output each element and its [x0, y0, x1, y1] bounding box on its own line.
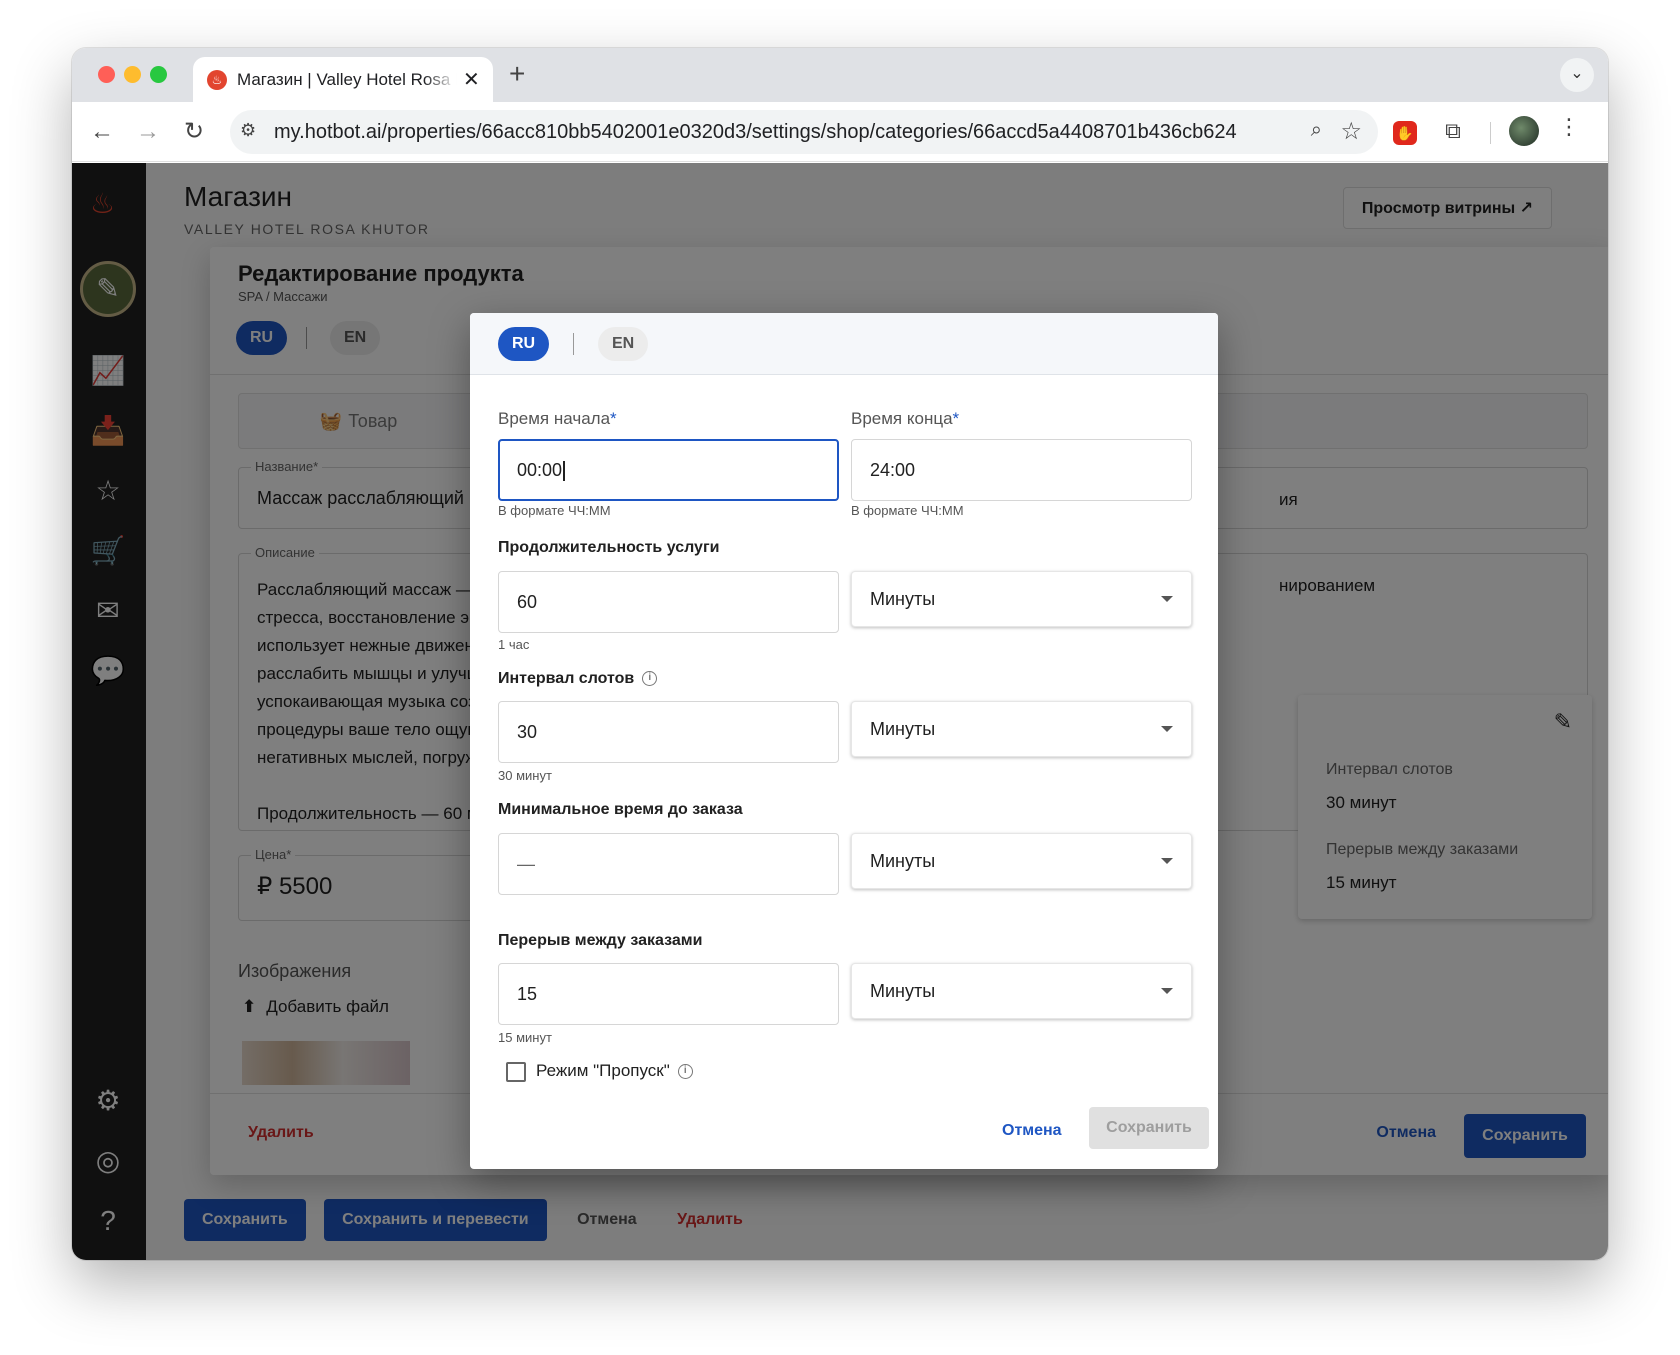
dropdown-arrow-icon — [1161, 988, 1173, 994]
dropdown-arrow-icon — [1161, 858, 1173, 864]
duration-label: Продолжительность услуги — [498, 539, 720, 556]
tab-title: Магазин | Valley Hotel Rosa Khutor — [237, 70, 457, 89]
min-time-unit-select[interactable]: Минуты — [851, 833, 1192, 889]
back-button[interactable]: ← — [84, 114, 120, 150]
modal-header: RU EN — [470, 313, 1218, 375]
minimize-window-button[interactable] — [124, 66, 141, 83]
extensions-puzzle-icon[interactable]: ⧉ — [1438, 116, 1468, 146]
start-time-input[interactable]: 00:00 — [498, 439, 839, 501]
url-text: my.hotbot.ai/properties/66acc810bb540200… — [274, 121, 1237, 143]
arrow-left-icon: ← — [90, 118, 114, 145]
end-time-label: Время конца* — [851, 409, 960, 428]
close-icon[interactable]: ✕ — [463, 67, 480, 92]
dropdown-arrow-icon — [1161, 596, 1173, 602]
min-time-label: Минимальное время до заказа — [498, 801, 743, 818]
duration-unit-select[interactable]: Минуты — [851, 571, 1192, 627]
browser-tab[interactable]: ♨ Магазин | Valley Hotel Rosa Khutor ✕ — [193, 57, 493, 102]
lang-divider — [573, 333, 574, 355]
more-menu-icon[interactable]: ⋮ — [1558, 114, 1580, 140]
end-time-input[interactable]: 24:00 — [851, 439, 1192, 501]
info-icon[interactable]: i — [642, 671, 658, 687]
break-unit-select[interactable]: Минуты — [851, 963, 1192, 1019]
site-settings-icon[interactable]: ⚙ — [240, 120, 256, 141]
start-time-helper: В формате ЧЧ:ММ — [498, 503, 611, 518]
browser-window: ♨ Магазин | Valley Hotel Rosa Khutor ✕ +… — [72, 48, 1608, 1260]
tab-search-button[interactable]: ⌄ — [1560, 58, 1594, 92]
page-viewport: ♨ ✎ 📈 📥 ☆ 🛒 ✉ 💬 ⚙ ◎ ? Магазин VALLEY HOT… — [72, 163, 1608, 1260]
modal-cancel-button[interactable]: Отмена — [1002, 1122, 1062, 1140]
break-helper: 15 минут — [498, 1030, 552, 1045]
bookmark-star-icon[interactable]: ☆ — [1340, 117, 1362, 146]
text-cursor — [563, 461, 565, 482]
slot-interval-label: Интервал слотов i — [498, 670, 658, 688]
fire-icon: ♨ — [207, 70, 227, 90]
address-bar[interactable]: ⚙ my.hotbot.ai/properties/66acc810bb5402… — [230, 110, 1378, 154]
close-window-button[interactable] — [98, 66, 115, 83]
duration-helper: 1 час — [498, 637, 530, 652]
slot-interval-helper: 30 минут — [498, 768, 552, 783]
reload-icon: ↻ — [183, 118, 205, 145]
modal-lang-en-tab[interactable]: EN — [598, 327, 649, 361]
slot-interval-unit-select[interactable]: Минуты — [851, 701, 1192, 757]
slot-interval-input[interactable]: 30 — [498, 701, 839, 763]
arrow-right-icon: → — [136, 118, 160, 145]
duration-input[interactable]: 60 — [498, 571, 839, 633]
profile-avatar[interactable] — [1509, 116, 1539, 146]
break-input[interactable]: 15 — [498, 963, 839, 1025]
toolbar-divider — [1490, 122, 1491, 144]
start-time-label: Время начала* — [498, 409, 617, 428]
end-time-helper: В формате ЧЧ:ММ — [851, 503, 964, 518]
dropdown-arrow-icon — [1161, 726, 1173, 732]
break-label: Перерыв между заказами — [498, 932, 703, 949]
zoom-icon[interactable]: ⌕ — [1311, 119, 1322, 142]
modal-lang-ru-tab[interactable]: RU — [498, 327, 550, 361]
pass-mode-label: Режим "Пропуск" i — [536, 1061, 693, 1081]
tab-strip: ♨ Магазин | Valley Hotel Rosa Khutor ✕ +… — [72, 48, 1608, 102]
schedule-modal: RU EN Время начала* Время конца* 00:00 2… — [470, 313, 1218, 1169]
new-tab-button[interactable]: + — [509, 58, 525, 90]
pass-mode-checkbox[interactable] — [506, 1062, 526, 1082]
modal-save-button[interactable]: Сохранить — [1089, 1107, 1209, 1149]
min-time-input[interactable]: — — [498, 833, 839, 895]
reload-button[interactable]: ↻ — [176, 114, 212, 150]
chevron-down-icon: ⌄ — [1570, 65, 1584, 82]
adblock-extension-icon[interactable]: ✋ — [1390, 116, 1420, 146]
forward-button[interactable]: → — [130, 114, 166, 150]
zoom-window-button[interactable] — [150, 66, 167, 83]
browser-toolbar: ← → ↻ ⚙ my.hotbot.ai/properties/66acc810… — [72, 102, 1608, 162]
info-icon[interactable]: i — [677, 1064, 693, 1080]
